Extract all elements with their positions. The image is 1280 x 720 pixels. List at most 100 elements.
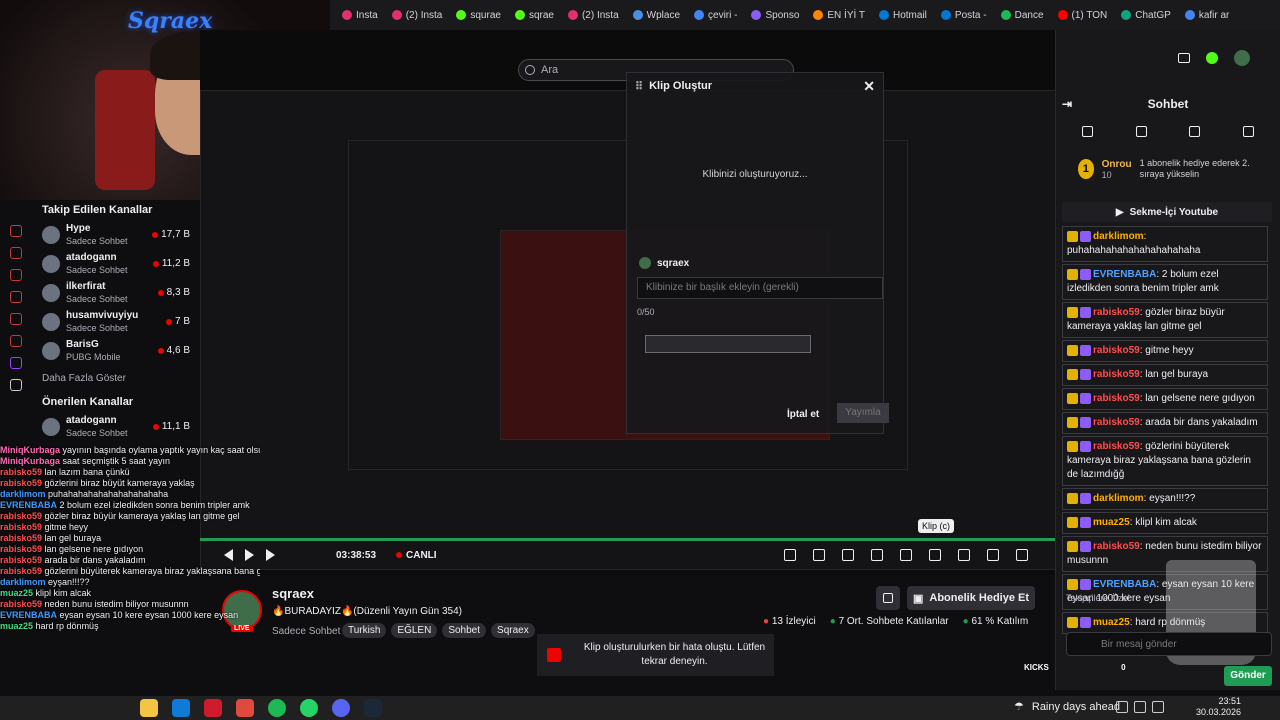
- hammer-icon[interactable]: [1082, 126, 1093, 137]
- steam-icon[interactable]: [364, 699, 382, 717]
- system-tray: [1116, 701, 1164, 713]
- gear-icon[interactable]: [1016, 549, 1028, 561]
- browser-tab[interactable]: Posta -: [935, 4, 993, 26]
- live-progress-bar[interactable]: [200, 538, 1055, 541]
- overlay-chat-text: saat seçmiştik 5 saat yayın: [60, 456, 171, 466]
- pip-icon[interactable]: [900, 549, 912, 561]
- channel-name[interactable]: sqraex: [272, 586, 314, 601]
- chat-username[interactable]: muaz25: [1093, 517, 1130, 528]
- chat-message-input[interactable]: Bir mesaj gönder: [1066, 632, 1272, 656]
- sidebar-channel[interactable]: Hype Sadece Sohbet 17,7 B: [0, 220, 200, 249]
- system-clock[interactable]: 23:51 30.03.2026: [1196, 696, 1241, 718]
- chat-message[interactable]: muaz25: klipl kim alcak: [1062, 512, 1268, 534]
- browser-tab[interactable]: çeviri -: [688, 4, 743, 26]
- chevron-up-icon[interactable]: [1116, 701, 1128, 713]
- stream-tag[interactable]: Sqraex: [491, 623, 535, 638]
- edge-icon[interactable]: [172, 699, 190, 717]
- sidebar-channel[interactable]: husamvivuyiyu Sadece Sohbet 7 B: [0, 307, 200, 336]
- cancel-button[interactable]: İptal et: [787, 409, 819, 420]
- sidebar-channel[interactable]: BarisG PUBG Mobile 4,6 B: [0, 336, 200, 365]
- fullscreen-icon[interactable]: [987, 549, 999, 561]
- browser-tab[interactable]: ChatGP: [1115, 4, 1177, 26]
- browser-tab[interactable]: (2) Insta: [562, 4, 625, 26]
- sidebar-channel[interactable]: ilkerfirat Sadece Sohbet 8,3 B: [0, 278, 200, 307]
- chat-username[interactable]: rabisko59: [1093, 369, 1140, 380]
- sidebar-channel[interactable]: atadogann Sadece Sohbet 11,2 B: [0, 249, 200, 278]
- browser-tab[interactable]: Sponso: [745, 4, 805, 26]
- chat-username[interactable]: darklimom: [1093, 231, 1144, 242]
- clip-icon[interactable]: [929, 549, 941, 561]
- gift-user[interactable]: Onrou: [1102, 159, 1132, 170]
- caption-icon[interactable]: [958, 549, 970, 561]
- chrome-icon[interactable]: [236, 699, 254, 717]
- chat-username[interactable]: rabisko59: [1093, 307, 1140, 318]
- avatar[interactable]: [1234, 50, 1250, 66]
- speed-icon[interactable]: [842, 549, 854, 561]
- browser-tab[interactable]: sqrae: [509, 4, 560, 26]
- trash-icon[interactable]: [1135, 126, 1147, 137]
- chat-message[interactable]: rabisko59: arada bir dans yakaladım: [1062, 412, 1268, 434]
- chat-username[interactable]: rabisko59: [1093, 417, 1140, 428]
- speaker-icon[interactable]: [1152, 701, 1164, 713]
- browser-tab[interactable]: kafir ar: [1179, 4, 1236, 26]
- browser-tab[interactable]: Hotmail: [873, 4, 933, 26]
- weather-widget[interactable]: ☂ Rainy days ahead: [1014, 700, 1120, 714]
- clip-trim-slider[interactable]: [645, 335, 811, 353]
- chat-username[interactable]: EVRENBABA: [1093, 269, 1156, 280]
- chat-message[interactable]: darklimom: puhahahahahahahahahahaha: [1062, 226, 1268, 262]
- comment-icon[interactable]: [1189, 126, 1201, 137]
- stream-category[interactable]: Sadece Sohbet: [272, 626, 340, 637]
- volume-icon[interactable]: [266, 549, 275, 561]
- publish-button[interactable]: Yayımla: [837, 403, 889, 423]
- browser-tab[interactable]: Insta: [336, 4, 384, 26]
- discord-icon[interactable]: [332, 699, 350, 717]
- overlay-chat-user: EVRENBABA: [0, 610, 58, 620]
- stream-tag[interactable]: Turkish: [342, 623, 387, 638]
- close-icon[interactable]: ✕: [863, 78, 875, 95]
- gift-subscription-button[interactable]: ▣ Abonelik Hediye Et: [907, 586, 1035, 610]
- notification-button[interactable]: [876, 586, 900, 610]
- kick-icon[interactable]: [1206, 52, 1218, 64]
- file-explorer-icon[interactable]: [140, 699, 158, 717]
- chat-message[interactable]: rabisko59: lan gelsene nere gıdıyon: [1062, 388, 1268, 410]
- browser-tab[interactable]: EN İYİ T: [807, 4, 871, 26]
- sparkle-icon[interactable]: [813, 549, 825, 561]
- network-icon[interactable]: [1134, 701, 1146, 713]
- chat-message[interactable]: EVRENBABA: 2 bolum ezel izledikden sonra…: [1062, 264, 1268, 300]
- chat-username[interactable]: rabisko59: [1093, 441, 1140, 452]
- chat-username[interactable]: muaz25: [1093, 617, 1130, 628]
- send-button[interactable]: Gönder: [1224, 666, 1272, 686]
- chat-username[interactable]: rabisko59: [1093, 345, 1140, 356]
- drag-handle-icon[interactable]: ⠿: [635, 80, 643, 93]
- chat-message[interactable]: rabisko59: lan gel buraya: [1062, 364, 1268, 386]
- clip-title-input[interactable]: Klibinize bir başlık ekleyin (gerekli): [637, 277, 883, 299]
- crop-icon[interactable]: [784, 549, 796, 561]
- spotify-icon[interactable]: [268, 699, 286, 717]
- theater-icon[interactable]: [871, 549, 883, 561]
- browser-tab[interactable]: (1) TON: [1052, 4, 1114, 26]
- chat-username[interactable]: rabisko59: [1093, 541, 1140, 552]
- chat-message[interactable]: rabisko59: gitme heyy: [1062, 340, 1268, 362]
- stream-tag[interactable]: Sohbet: [442, 623, 487, 638]
- collapse-chat-icon[interactable]: ⇥: [1062, 97, 1072, 111]
- chat-username[interactable]: rabisko59: [1093, 393, 1140, 404]
- opera-icon[interactable]: [204, 699, 222, 717]
- hourglass-icon[interactable]: [1242, 126, 1254, 137]
- chat-message[interactable]: rabisko59: gözlerini büyüterek kameraya …: [1062, 436, 1268, 486]
- stream-tag[interactable]: EĞLEN: [391, 623, 438, 638]
- browser-tab[interactable]: (2) Insta: [386, 4, 449, 26]
- chat-username[interactable]: EVRENBABA: [1093, 579, 1156, 590]
- browser-tab[interactable]: squrae: [450, 4, 507, 26]
- browser-tab[interactable]: Wplace: [627, 4, 686, 26]
- show-more-link[interactable]: Daha Fazla Göster: [0, 365, 200, 392]
- sidebar-channel[interactable]: atadogann Sadece Sohbet 11,1 B: [0, 412, 200, 441]
- wallet-icon[interactable]: [1178, 53, 1190, 63]
- overlay-chat-line: rabisko59 gitme heyy: [0, 522, 260, 533]
- tab-label: (2) Insta: [405, 9, 443, 21]
- chat-message[interactable]: darklimom: eyşan!!!??: [1062, 488, 1268, 510]
- chat-username[interactable]: darklimom: [1093, 493, 1144, 504]
- chat-message[interactable]: rabisko59: gözler biraz büyür kameraya y…: [1062, 302, 1268, 338]
- whatsapp-icon[interactable]: [300, 699, 318, 717]
- browser-tab[interactable]: Dance: [995, 4, 1050, 26]
- pinned-message[interactable]: ▶ Sekme-İçi Youtube: [1062, 202, 1272, 222]
